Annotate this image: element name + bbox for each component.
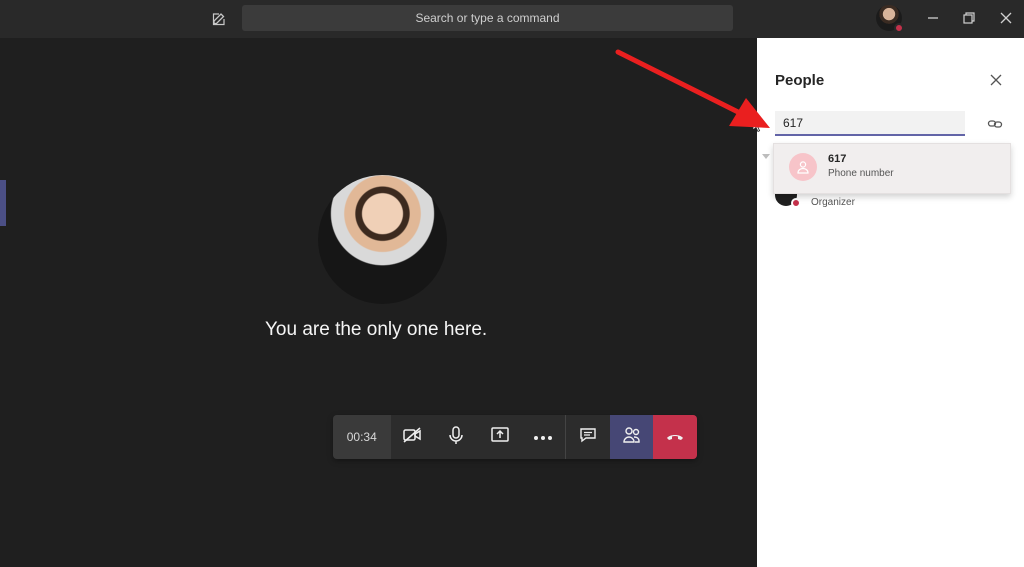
hang-up-button[interactable] [653, 415, 697, 459]
search-placeholder: Search or type a command [415, 11, 560, 25]
phone-number-suggestion[interactable]: 617 Phone number [773, 143, 1011, 194]
profile-avatar[interactable] [876, 5, 904, 33]
show-participants-button[interactable] [609, 415, 654, 459]
call-controls-bar: 00:34 [333, 415, 697, 459]
suggestion-number: 617 [828, 153, 847, 165]
people-icon [622, 426, 642, 449]
phone-contact-icon [789, 153, 817, 181]
panel-title: People [775, 72, 825, 89]
more-actions-button[interactable] [521, 415, 565, 459]
solo-message: You are the only one here. [265, 319, 488, 340]
share-screen-icon [490, 426, 510, 449]
close-icon[interactable] [987, 71, 1005, 89]
chat-icon [579, 426, 597, 449]
meeting-stage: You are the only one here. [0, 38, 757, 567]
mouse-pointer-icon [752, 119, 762, 133]
microphone-button[interactable] [434, 415, 478, 459]
title-bar: Search or type a command [0, 0, 1024, 38]
command-search-box[interactable]: Search or type a command [242, 5, 733, 31]
participant-role: Organizer [811, 197, 855, 208]
invite-search-input[interactable] [775, 111, 965, 136]
phone-hangup-icon [665, 428, 685, 446]
close-icon[interactable] [993, 6, 1019, 30]
microphone-icon [448, 425, 464, 450]
call-timer: 00:34 [333, 415, 391, 459]
camera-off-button[interactable] [391, 415, 435, 459]
share-screen-button[interactable] [478, 415, 522, 459]
chat-button[interactable] [566, 415, 610, 459]
status-indicator [894, 23, 904, 33]
more-icon [533, 428, 553, 446]
rail-indicator [0, 180, 6, 226]
minimize-icon[interactable] [920, 6, 946, 30]
people-panel: People Organizer 617 Phone number [757, 38, 1024, 567]
camera-off-icon [402, 426, 422, 449]
compose-icon[interactable] [208, 8, 230, 30]
participant-status-indicator [791, 198, 801, 208]
restore-icon[interactable] [956, 6, 982, 30]
share-link-icon[interactable] [987, 116, 1003, 132]
suggestion-type: Phone number [828, 168, 894, 179]
chevron-down-icon[interactable] [762, 154, 770, 162]
participant-portrait [318, 175, 447, 304]
